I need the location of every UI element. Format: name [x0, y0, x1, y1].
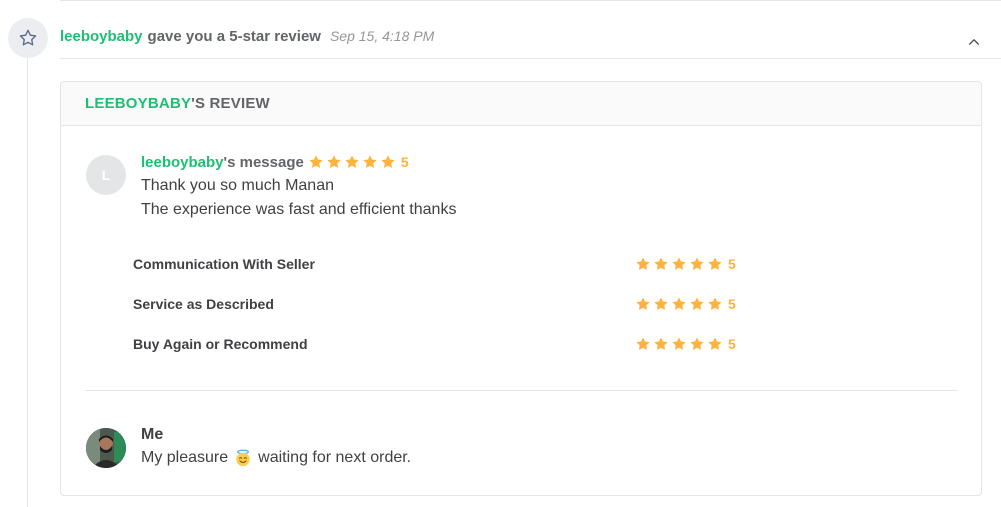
criterion-rating-value: 5	[728, 296, 736, 312]
buyer-message-title: leeboybaby's message 5	[141, 152, 456, 172]
star-filled-icon	[309, 155, 323, 168]
criterion-name: Service as Described	[133, 296, 274, 312]
criterion-row-recommend: Buy Again or Recommend 5	[133, 334, 753, 354]
review-header-suffix: 'S REVIEW	[191, 95, 270, 112]
buyer-message-line: The experience was fast and efficient th…	[141, 201, 457, 218]
header-divider	[60, 58, 1001, 59]
star-filled-icon	[654, 297, 668, 310]
review-card-header: LEEBOYBABY 'S REVIEW	[61, 82, 981, 126]
star-filled-icon	[345, 155, 359, 168]
criterion-stars: 5	[635, 256, 736, 272]
buyer-message-line: Thank you so much Manan	[141, 177, 334, 194]
event-timestamp: Sep 15, 4:18 PM	[329, 28, 435, 44]
star-filled-icon	[708, 297, 722, 310]
criterion-row-service: Service as Described 5	[133, 294, 753, 314]
seller-message-before: My pleasure	[141, 449, 229, 466]
review-card: LEEBOYBABY 'S REVIEW L leeboybaby's messa…	[60, 81, 982, 496]
review-header-user[interactable]: LEEBOYBABY	[85, 95, 191, 112]
buyer-message: leeboybaby's message 5 Thank you so much…	[141, 152, 456, 222]
seller-avatar[interactable]	[86, 428, 126, 468]
criterion-stars: 5	[635, 336, 736, 352]
star-filled-icon	[672, 257, 686, 270]
buyer-rating-stars: 5	[308, 154, 409, 170]
seller-message-after: waiting for next order.	[258, 449, 412, 466]
seller-avatar-photo	[86, 428, 126, 468]
criterion-name: Buy Again or Recommend	[133, 336, 308, 352]
criterion-name: Communication With Seller	[133, 256, 315, 272]
seller-name: Me	[141, 426, 164, 443]
star-filled-icon	[381, 155, 395, 168]
star-filled-icon	[690, 257, 704, 270]
star-filled-icon	[327, 155, 341, 168]
star-filled-icon	[654, 257, 668, 270]
buyer-username-link[interactable]: leeboybaby	[141, 154, 224, 171]
star-filled-icon	[672, 337, 686, 350]
event-header: leeboybaby gave you a 5-star review Sep …	[60, 28, 434, 48]
star-filled-icon	[672, 297, 686, 310]
star-outline-icon	[19, 29, 37, 46]
event-action-text: gave you a 5-star review	[147, 28, 321, 45]
timeline-line	[27, 58, 28, 507]
star-filled-icon	[636, 337, 650, 350]
star-filled-icon	[636, 297, 650, 310]
buyer-avatar[interactable]: L	[86, 155, 126, 195]
top-divider	[60, 0, 1001, 1]
star-filled-icon	[363, 155, 377, 168]
criterion-stars: 5	[635, 296, 736, 312]
star-filled-icon	[708, 257, 722, 270]
star-filled-icon	[690, 297, 704, 310]
review-divider	[85, 390, 957, 391]
buyer-rating-value: 5	[400, 154, 409, 170]
seller-message: My pleasure waiting for next order.	[141, 445, 411, 471]
smiling-face-with-halo-emoji	[236, 449, 250, 467]
buyer-message-label: 's message	[223, 153, 304, 171]
seller-reply: Me My pleasure waiting for next order.	[141, 425, 411, 471]
star-filled-icon	[708, 337, 722, 350]
criterion-rating-value: 5	[728, 336, 736, 352]
event-user-link[interactable]: leeboybaby	[60, 28, 143, 45]
star-filled-icon	[690, 337, 704, 350]
chevron-up-icon	[969, 39, 979, 45]
criterion-rating-value: 5	[728, 256, 736, 272]
star-filled-icon	[654, 337, 668, 350]
criterion-row-communication: Communication With Seller 5	[133, 254, 753, 274]
collapse-button[interactable]	[964, 32, 984, 52]
star-filled-icon	[636, 257, 650, 270]
event-icon-container	[8, 18, 48, 58]
